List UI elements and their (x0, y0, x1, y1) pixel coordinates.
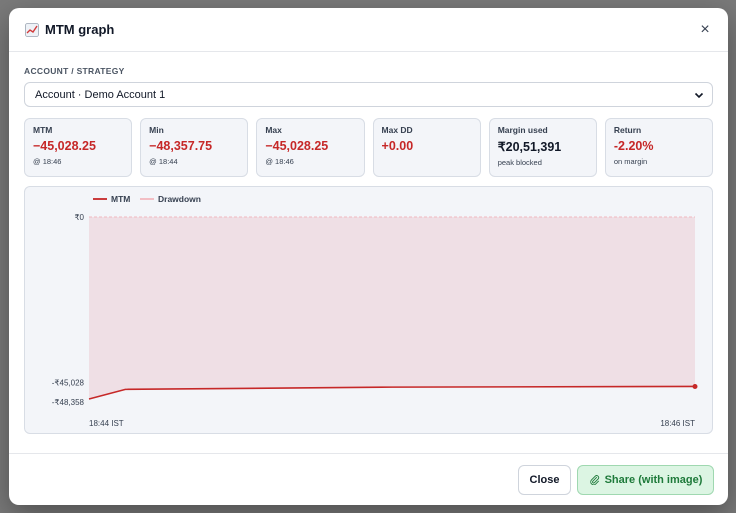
chevron-down-icon (694, 92, 704, 98)
close-icon[interactable]: × (696, 21, 714, 39)
stat-label: Min (149, 125, 164, 135)
select-value: Account · Demo Account 1 (35, 88, 166, 101)
y-tick-label: -₹48,358 (52, 398, 85, 407)
stat-value: -2.20% (613, 139, 654, 153)
modal-body: ACCOUNT / STRATEGY Account · Demo Accoun… (9, 52, 728, 434)
mtm-endpoint (692, 383, 698, 389)
stat-value: −45,028.25 (33, 139, 96, 153)
y-tick-label: ₹0 (74, 213, 84, 222)
stat-card-max: Max −45,028.25 @ 18:46 (256, 118, 365, 177)
modal-header: MTM graph × (9, 8, 728, 52)
mtm-chart: ₹0 -₹45,028 -₹48,358 18:44 IST 18:46 IST MTM D… (24, 186, 713, 434)
modal-footer: Close Share (with image) (9, 453, 728, 505)
title-wrap: MTM graph (25, 22, 114, 37)
drawdown-area (89, 217, 695, 399)
stat-card-margin-used: Margin used ₹20,51,391 peak blocked (488, 118, 597, 177)
stat-value: +0.00 (381, 139, 414, 153)
stat-label: MTM (33, 125, 53, 135)
stat-sub: peak blocked (497, 158, 542, 167)
modal-title: MTM graph (45, 22, 115, 37)
stat-sub: on margin (613, 157, 648, 166)
mtm-line (88, 385, 696, 400)
close-button[interactable]: Close (518, 464, 571, 495)
x-tick-label: 18:44 IST (89, 419, 124, 428)
stat-sub: @ 18:46 (33, 157, 62, 166)
paperclip-icon (589, 475, 599, 485)
stats-row: MTM −45,028.25 @ 18:46 Min −48,357.75 @ … (24, 118, 714, 177)
stat-value: −45,028.25 (265, 139, 329, 153)
stat-label: Margin used (497, 125, 548, 135)
stat-card-max-dd: Max DD +0.00 (372, 118, 481, 177)
stat-value: ₹20,51,391 (497, 140, 562, 154)
stat-card-min: Min −48,357.75 @ 18:44 (140, 118, 249, 177)
account-strategy-select[interactable]: Account · Demo Account 1 (24, 82, 713, 107)
x-tick-label: 18:46 IST (660, 419, 695, 428)
y-tick-label: -₹45,028 (52, 378, 85, 387)
share-button-label: Share (with image) (604, 473, 703, 486)
stat-value: −48,357.75 (149, 139, 213, 153)
legend-label-mtm: MTM (111, 194, 130, 204)
stat-label: Max DD (381, 125, 413, 135)
stat-card-mtm: MTM −45,028.25 @ 18:46 (24, 118, 133, 177)
selector-label: ACCOUNT / STRATEGY (24, 66, 125, 76)
mtm-chart-svg: ₹0 -₹45,028 -₹48,358 18:44 IST 18:46 IST MTM D… (52, 194, 698, 428)
mtm-graph-modal: MTM graph × ACCOUNT / STRATEGY Account ·… (9, 8, 728, 505)
stat-sub: @ 18:46 (265, 157, 294, 166)
chart-icon (25, 22, 39, 37)
stat-label: Return (613, 125, 642, 135)
share-with-image-button[interactable]: Share (with image) (577, 464, 714, 495)
stat-label: Max (265, 125, 282, 135)
stat-sub: @ 18:44 (149, 157, 178, 166)
stat-card-return: Return -2.20% on margin (604, 118, 714, 177)
legend-label-drawdown: Drawdown (158, 194, 201, 204)
